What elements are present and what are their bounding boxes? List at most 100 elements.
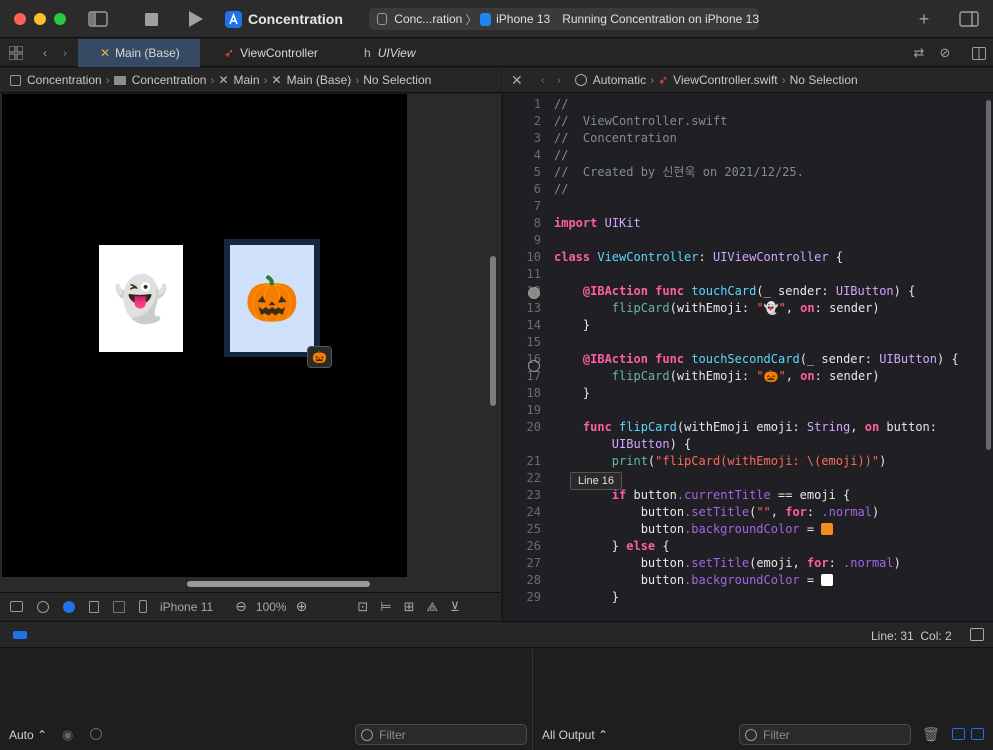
close-window-button[interactable] [14, 13, 26, 25]
adjust-editor-icon[interactable]: ⊘ [936, 43, 954, 63]
variables-scope-selector[interactable]: Auto ⌃ [9, 728, 47, 742]
code-line[interactable]: 4 // [503, 147, 983, 164]
layout-icon[interactable] [113, 600, 125, 613]
show-variables-icon[interactable] [952, 728, 965, 740]
document-outline-icon[interactable] [10, 601, 23, 612]
tab-viewcontroller[interactable]: ➶ ViewController [210, 39, 340, 67]
tab-uiview[interactable]: h UIView [350, 39, 450, 67]
code-line[interactable]: 10 class ViewController: UIViewController… [503, 249, 983, 266]
grid-icon[interactable] [8, 43, 24, 63]
code-line[interactable]: 27 button.setTitle(emoji, for: .normal) [503, 555, 983, 572]
outlet-connection-icon[interactable] [528, 360, 540, 372]
vertical-scrollbar[interactable] [490, 256, 496, 406]
console-filter-field[interactable]: Filter [739, 724, 911, 745]
orange-color-swatch[interactable] [821, 523, 834, 535]
forward-icon[interactable]: › [58, 43, 72, 63]
zoom-out-icon[interactable]: ⊖ [235, 598, 247, 615]
pumpkin-card-button[interactable]: 🎃 [230, 245, 314, 352]
code-line[interactable]: UIButton) { [503, 436, 983, 453]
code-line[interactable]: 9 [503, 232, 983, 249]
breadcrumb-project[interactable]: Concentration [27, 73, 102, 87]
code-line[interactable]: 21 print("flipCard(withEmoji: \(emoji))"… [503, 453, 983, 470]
minimap-toggle-icon[interactable] [970, 628, 984, 641]
constraint-badge[interactable]: 🎃 [307, 346, 332, 368]
split-editor-icon[interactable] [970, 43, 988, 63]
output-scope-selector[interactable]: All Output ⌃ [542, 728, 608, 742]
breadcrumb-folder[interactable]: Concentration [132, 73, 207, 87]
add-icon[interactable]: + [914, 9, 934, 29]
code-line[interactable]: 14 } [503, 317, 983, 334]
add-constraints-icon[interactable]: ⊞ [404, 599, 415, 615]
navigator-toggle-icon[interactable] [88, 9, 108, 29]
accessibility-icon[interactable] [37, 600, 49, 613]
code-line[interactable]: 12 @IBAction func touchCard(_ sender: UI… [503, 283, 983, 300]
code-line[interactable]: 6 // [503, 181, 983, 198]
minimize-window-button[interactable] [34, 13, 46, 25]
scheme-name[interactable]: Conc...ration [394, 12, 462, 26]
console-view[interactable]: All Output ⌃ Filter 🗑 [534, 649, 993, 750]
code-line[interactable]: 3 // Concentration [503, 130, 983, 147]
code-line[interactable]: 29 } [503, 589, 983, 606]
forward-icon[interactable]: › [557, 73, 561, 87]
variables-filter-field[interactable]: Filter [355, 724, 527, 745]
align-icon[interactable]: ⊨ [380, 599, 391, 615]
interface-builder-canvas[interactable]: 👻 🎃 🎃 [0, 94, 501, 592]
outlet-connection-icon[interactable] [528, 287, 540, 299]
back-icon[interactable]: ‹ [38, 43, 52, 63]
code-line[interactable]: 24 button.setTitle("", for: .normal) [503, 504, 983, 521]
editor-scrollbar[interactable] [986, 100, 991, 450]
breadcrumb-file[interactable]: ViewController.swift [673, 73, 777, 87]
code-line[interactable]: 28 button.backgroundColor = [503, 572, 983, 589]
run-icon[interactable] [188, 9, 204, 29]
zoom-in-icon[interactable]: ⊕ [296, 598, 308, 615]
tab-main-base[interactable]: ✕ Main (Base) [78, 39, 200, 67]
code-line[interactable]: 17 flipCard(withEmoji: "🎃", on: sender) [503, 368, 983, 385]
trash-icon[interactable]: 🗑 [922, 726, 940, 743]
close-icon[interactable]: ✕ [511, 72, 523, 89]
code-line[interactable]: 19 [503, 402, 983, 419]
scheme-status-bar[interactable]: Conc...ration 〉 iPhone 13 Running Concen… [369, 8, 759, 30]
breadcrumb-main-base[interactable]: Main (Base) [287, 73, 352, 87]
code-line[interactable]: 26 } else { [503, 538, 983, 555]
device-screen[interactable]: 👻 🎃 🎃 [2, 94, 407, 577]
orientation-icon[interactable] [89, 600, 99, 613]
code-line[interactable]: 18 } [503, 385, 983, 402]
code-line[interactable]: 25 button.backgroundColor = [503, 521, 983, 538]
zoom-window-button[interactable] [54, 13, 66, 25]
horizontal-scrollbar[interactable] [187, 581, 370, 587]
back-icon[interactable]: ‹ [541, 73, 545, 87]
appearance-icon[interactable] [63, 600, 75, 613]
debug-area-toggle-icon[interactable] [13, 631, 27, 639]
variables-view[interactable]: Auto ⌃ ◉ Filter [0, 649, 533, 750]
breadcrumb-main[interactable]: Main [234, 73, 260, 87]
related-items-icon[interactable]: ⇄ [910, 43, 928, 63]
embed-icon[interactable]: ⊻ [450, 599, 460, 615]
stop-icon[interactable] [144, 9, 158, 29]
code-line[interactable]: 1 // [503, 96, 983, 113]
source-editor[interactable]: 1 // 2 // ViewController.swift 3 // Concent… [502, 94, 993, 620]
ghost-card-button[interactable]: 👻 [99, 245, 183, 352]
code-line[interactable]: 15 [503, 334, 983, 351]
code-line[interactable]: 13 flipCard(withEmoji: "👻", on: sender) [503, 300, 983, 317]
resolve-issues-icon[interactable]: ⟁ [426, 599, 438, 615]
code-line[interactable]: 8 import UIKit [503, 215, 983, 232]
update-frames-icon[interactable]: ⊡ [357, 599, 368, 615]
inspector-toggle-icon[interactable] [958, 9, 980, 29]
device-icon[interactable] [139, 600, 147, 613]
assistant-mode[interactable]: Automatic [593, 73, 646, 87]
code-line[interactable]: 7 [503, 198, 983, 215]
white-color-swatch[interactable] [821, 574, 834, 586]
code-line[interactable]: 16 @IBAction func touchSecondCard(_ send… [503, 351, 983, 368]
info-icon[interactable] [90, 728, 102, 740]
zoom-level[interactable]: 100% [256, 600, 287, 614]
breadcrumb-selection[interactable]: No Selection [790, 73, 858, 87]
eye-icon[interactable]: ◉ [62, 727, 73, 743]
show-console-icon[interactable] [971, 728, 984, 740]
code-line[interactable]: 5 // Created by 신현욱 on 2021/12/25. [503, 164, 983, 181]
code-line[interactable]: 11 [503, 266, 983, 283]
code-line[interactable]: 20 func flipCard(withEmoji emoji: String… [503, 419, 983, 436]
code-line[interactable]: 2 // ViewController.swift [503, 113, 983, 130]
device-name[interactable]: iPhone 11 [160, 600, 213, 614]
run-destination[interactable]: iPhone 13 [496, 12, 550, 26]
breadcrumb-selection[interactable]: No Selection [363, 73, 431, 87]
